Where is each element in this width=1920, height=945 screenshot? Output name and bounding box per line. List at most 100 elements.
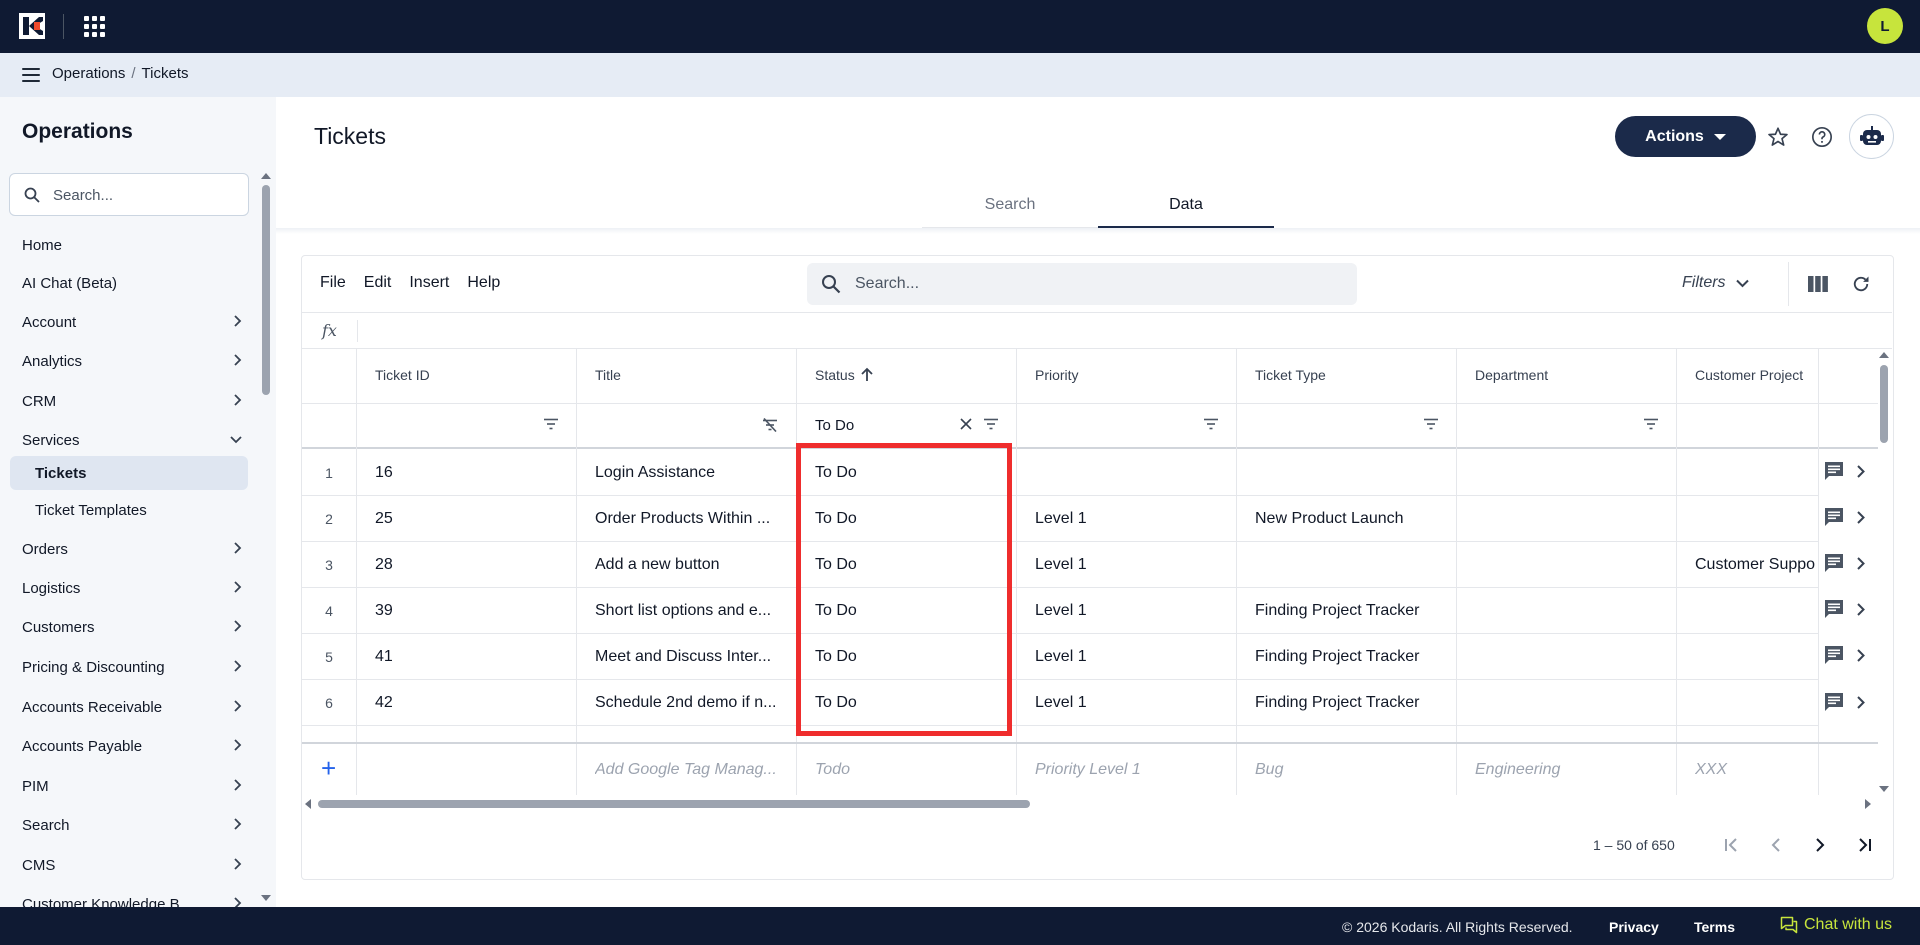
comment-icon[interactable] (1824, 692, 1844, 712)
column-header-priority[interactable]: Priority (1017, 349, 1236, 404)
table-cell[interactable] (1677, 634, 1818, 680)
chevron-right-icon[interactable] (1857, 557, 1865, 570)
sidebar-item-ticket-templates[interactable]: Ticket Templates (10, 493, 248, 527)
vertical-scrollbar[interactable] (1880, 365, 1888, 443)
filter-icon[interactable] (544, 418, 558, 430)
chevron-right-icon[interactable] (1857, 511, 1865, 524)
comment-icon[interactable] (1824, 553, 1844, 573)
sidebar-item-customers[interactable]: Customers (22, 615, 242, 639)
chevron-right-icon[interactable] (1857, 696, 1865, 709)
table-cell[interactable]: 16 (357, 450, 576, 496)
table-cell[interactable] (1457, 680, 1676, 726)
table-cell[interactable] (1237, 450, 1456, 496)
first-page-button[interactable] (1719, 832, 1745, 858)
table-cell[interactable]: Short list options and e... (577, 588, 796, 634)
sidebar-item-account[interactable]: Account (22, 310, 242, 334)
table-cell[interactable]: Finding Project Tracker (1237, 588, 1456, 634)
row-number[interactable]: 5 (302, 634, 356, 680)
filter-cell-ticket-type[interactable] (1237, 404, 1456, 449)
actions-button[interactable]: Actions (1615, 116, 1756, 157)
sidebar-item-cms[interactable]: CMS (22, 853, 242, 877)
sidebar-scrollbar[interactable] (262, 185, 270, 395)
filter-cell-title[interactable] (577, 404, 796, 449)
formula-bar[interactable] (302, 312, 1892, 349)
table-cell[interactable] (1457, 588, 1676, 634)
filters-dropdown[interactable]: Filters (1682, 274, 1749, 292)
row-number[interactable]: 2 (302, 496, 356, 542)
add-row-icon[interactable]: + (321, 755, 336, 781)
sidebar-item-search[interactable]: Search (22, 813, 242, 837)
sidebar-item-logistics[interactable]: Logistics (22, 576, 242, 600)
sidebar-item-customer-knowledge[interactable]: Customer Knowledge B... (22, 892, 242, 907)
menu-edit[interactable]: Edit (364, 274, 392, 292)
filter-cell-customer-project[interactable] (1677, 404, 1818, 449)
filter-cell-status[interactable]: To Do (797, 404, 1016, 449)
table-cell[interactable]: 41 (357, 634, 576, 680)
table-cell[interactable]: To Do (797, 542, 1016, 588)
row-number[interactable]: 6 (302, 680, 356, 726)
refresh-icon[interactable] (1846, 269, 1876, 299)
new-row-type-placeholder[interactable]: Bug (1255, 761, 1445, 779)
row-number[interactable]: 4 (302, 588, 356, 634)
row-number[interactable]: 1 (302, 450, 356, 496)
filter-off-icon[interactable] (762, 418, 778, 432)
chat-with-us-button[interactable]: Chat with us (1780, 916, 1892, 934)
table-cell[interactable]: Login Assistance (577, 450, 796, 496)
new-row-title-placeholder[interactable]: Add Google Tag Manag... (595, 761, 785, 779)
columns-icon[interactable] (1803, 269, 1833, 299)
table-cell[interactable]: Finding Project Tracker (1237, 634, 1456, 680)
sidebar-item-ai-chat[interactable]: AI Chat (Beta) (22, 271, 242, 295)
menu-help[interactable]: Help (467, 274, 500, 292)
horizontal-scrollbar[interactable] (318, 800, 1030, 808)
comment-icon[interactable] (1824, 599, 1844, 619)
sidebar-item-pim[interactable]: PIM (22, 774, 242, 798)
table-cell[interactable]: 25 (357, 496, 576, 542)
table-cell[interactable]: Schedule 2nd demo if n... (577, 680, 796, 726)
filter-cell-department[interactable] (1457, 404, 1676, 449)
table-cell[interactable] (1677, 496, 1818, 542)
sidebar-search-input[interactable] (53, 184, 233, 206)
filter-cell-ticket-id[interactable] (357, 404, 576, 449)
new-row-priority-placeholder[interactable]: Priority Level 1 (1035, 761, 1225, 779)
table-cell[interactable] (1677, 588, 1818, 634)
chevron-right-icon[interactable] (1857, 465, 1865, 478)
comment-icon[interactable] (1824, 645, 1844, 665)
terms-link[interactable]: Terms (1694, 919, 1735, 935)
table-cell[interactable] (1017, 450, 1236, 496)
user-avatar[interactable]: L (1867, 8, 1903, 44)
star-icon[interactable] (1763, 122, 1793, 152)
chevron-right-icon[interactable] (1857, 649, 1865, 662)
column-header-department[interactable]: Department (1457, 349, 1676, 404)
sidebar-item-crm[interactable]: CRM (22, 389, 242, 413)
table-cell[interactable]: Level 1 (1017, 496, 1236, 542)
grid-search-input[interactable] (855, 273, 1335, 295)
clear-filter-icon[interactable] (960, 418, 972, 430)
menu-icon[interactable] (22, 68, 40, 82)
table-cell[interactable]: To Do (797, 588, 1016, 634)
table-cell[interactable] (1457, 496, 1676, 542)
app-grid-icon[interactable] (84, 16, 105, 37)
table-cell[interactable]: Level 1 (1017, 634, 1236, 680)
table-cell[interactable] (1457, 542, 1676, 588)
table-cell[interactable]: Level 1 (1017, 588, 1236, 634)
table-cell[interactable]: Meet and Discuss Inter... (577, 634, 796, 680)
previous-page-button[interactable] (1763, 832, 1789, 858)
new-row-status-placeholder[interactable]: Todo (815, 761, 1005, 779)
sidebar-scroll-down[interactable] (261, 895, 271, 901)
scroll-left-arrow[interactable] (305, 799, 311, 809)
sidebar-item-tickets[interactable]: Tickets (10, 456, 248, 490)
sidebar-item-accounts-payable[interactable]: Accounts Payable (22, 734, 242, 758)
new-row-project-placeholder[interactable]: XXX (1695, 761, 1805, 779)
filter-icon[interactable] (1424, 418, 1438, 430)
column-header-ticket-id[interactable]: Ticket ID (357, 349, 576, 404)
sidebar-item-pricing[interactable]: Pricing & Discounting (22, 655, 242, 679)
sidebar-item-services[interactable]: Services (22, 428, 242, 452)
filter-icon[interactable] (1204, 418, 1218, 430)
comment-icon[interactable] (1824, 507, 1844, 527)
help-icon[interactable] (1807, 122, 1837, 152)
kodaris-logo[interactable] (19, 13, 45, 39)
table-cell[interactable]: 39 (357, 588, 576, 634)
table-cell[interactable] (1457, 450, 1676, 496)
table-cell[interactable]: Order Products Within ... (577, 496, 796, 542)
table-cell[interactable]: Finding Project Tracker (1237, 680, 1456, 726)
